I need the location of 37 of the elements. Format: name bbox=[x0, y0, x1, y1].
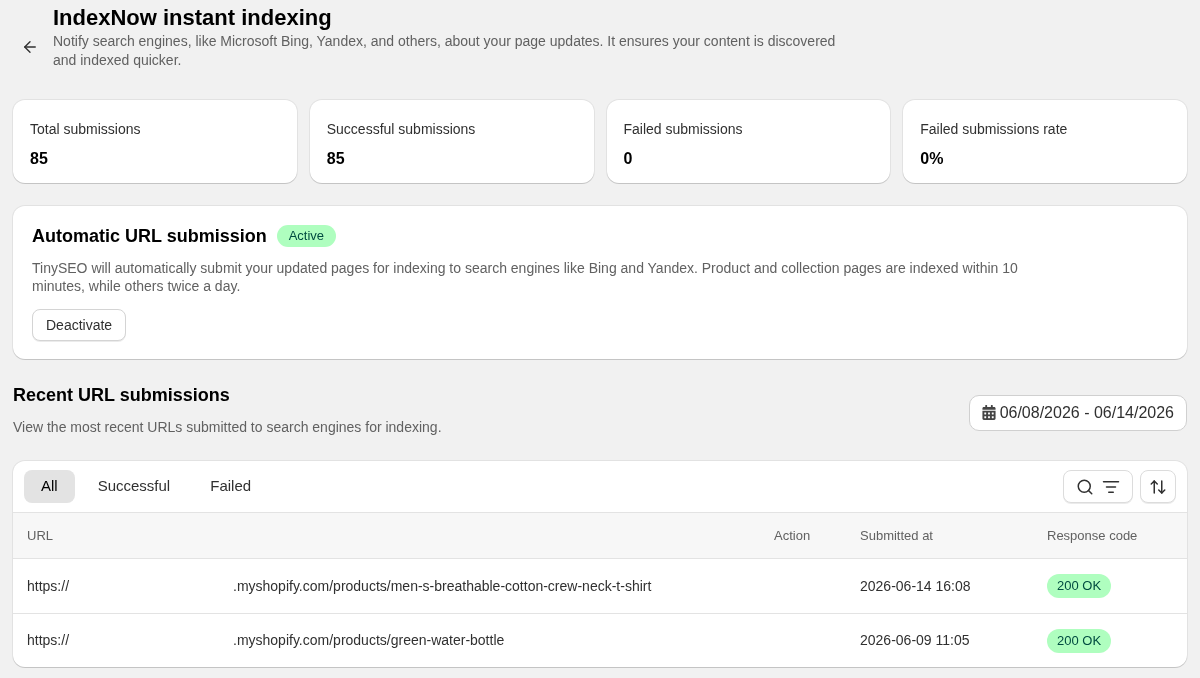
calendar-icon bbox=[981, 405, 996, 420]
column-header: Action bbox=[774, 526, 811, 545]
date-range-button[interactable]: 06/08/2026 - 06/14/2026 bbox=[968, 394, 1187, 431]
column-header: Response code bbox=[1047, 526, 1138, 545]
deactivate-button[interactable]: Deactivate bbox=[32, 309, 127, 341]
status-badge: Active bbox=[276, 225, 337, 247]
section-title: Recent URL submissions bbox=[13, 384, 231, 407]
stat-label: Total submissions bbox=[30, 120, 142, 138]
stat-value: 85 bbox=[326, 149, 346, 169]
search-icon bbox=[1076, 477, 1094, 496]
filter-tab[interactable]: All bbox=[24, 470, 75, 503]
stat-label: Failed submissions bbox=[623, 120, 744, 138]
section-description: TinySEO will automatically submit your updated pages for indexing to search engines like Bing and Yandex. Product and collection pages are indexed within 10 minutes, while others twice a day. bbox=[32, 259, 1019, 295]
stat-label: Failed submissions rate bbox=[920, 120, 1069, 138]
stat-value: 85 bbox=[30, 149, 49, 169]
search-filter-button[interactable] bbox=[1063, 470, 1133, 503]
url-path: .myshopify.com/products/green-water-bottle bbox=[233, 631, 505, 650]
response-code-badge: 200 OK bbox=[1047, 574, 1112, 598]
url-prefix: https:// bbox=[27, 576, 71, 596]
stat-label: Successful submissions bbox=[326, 120, 477, 138]
column-header: URL bbox=[27, 526, 53, 545]
sort-button[interactable] bbox=[1140, 470, 1176, 503]
section-description: View the most recent URLs submitted to search engines for indexing. bbox=[13, 418, 442, 436]
response-code-badge: 200 OK bbox=[1047, 628, 1112, 653]
section-title: Automatic URL submission bbox=[32, 225, 267, 248]
page-title: IndexNow instant indexing bbox=[53, 4, 333, 32]
column-header: Submitted at bbox=[860, 526, 933, 545]
sort-icon bbox=[1149, 477, 1167, 496]
stat-value: 0% bbox=[920, 149, 945, 169]
page-description: Notify search engines, like Microsoft Bing, Yandex, and others, about your page updates. It ensures your content is discovered and indexed quicker. bbox=[53, 32, 837, 70]
filter-tab[interactable]: Failed bbox=[193, 470, 269, 503]
submitted-at-cell-text: 2026-06-09 11:05 bbox=[860, 631, 970, 650]
submitted-at-cell-text: 2026-06-14 16:08 bbox=[860, 576, 971, 596]
url-path: .myshopify.com/products/men-s-breathable-cotton-crew-neck-t-shirt bbox=[233, 576, 652, 596]
filter-tab[interactable]: Successful bbox=[80, 470, 188, 503]
stat-value: 0 bbox=[623, 149, 634, 169]
url-prefix: https:// bbox=[27, 631, 71, 650]
